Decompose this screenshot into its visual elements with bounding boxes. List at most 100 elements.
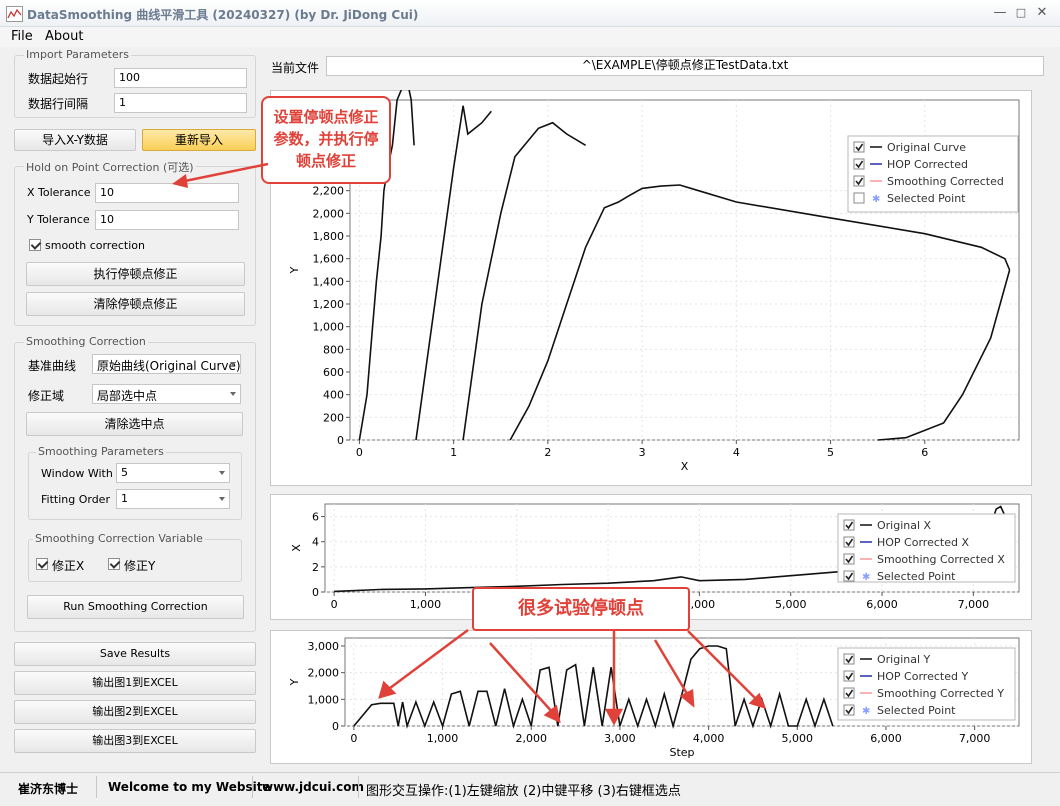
y-tolerance-label: Y Tolerance xyxy=(27,213,90,226)
legend-label: Original Y xyxy=(877,653,931,666)
y-tick-label: 0 xyxy=(332,720,339,733)
app-icon xyxy=(6,6,23,22)
start-row-label: 数据起始行 xyxy=(28,72,89,86)
row-interval-input[interactable]: 1 xyxy=(114,93,247,113)
export-fig1-button[interactable]: 输出图1到EXCEL xyxy=(14,671,256,695)
x-tick-label: 7,000 xyxy=(959,732,991,745)
x-tick-label: 2 xyxy=(544,446,551,459)
x-tick-label: 0 xyxy=(350,732,357,745)
status-divider xyxy=(96,776,97,798)
clear-selected-button[interactable]: 清除选中点 xyxy=(26,412,243,436)
smoothing-var-title: Smoothing Correction Variable xyxy=(33,532,205,545)
y-tick-label: 3,000 xyxy=(308,640,340,653)
start-row-input[interactable]: 100 xyxy=(114,68,247,88)
run-hop-correction-button[interactable]: 执行停顿点修正 xyxy=(26,262,245,286)
import-params-title: Import Parameters xyxy=(24,48,131,61)
annotation-arrows-icon xyxy=(378,628,767,726)
y-tick-label: 1,000 xyxy=(313,321,345,334)
x-tolerance-label: X Tolerance xyxy=(27,186,91,199)
x-tick-label: 1 xyxy=(450,446,457,459)
y-tick-label: 200 xyxy=(323,411,344,424)
domain-select[interactable]: 局部选中点 xyxy=(92,384,241,404)
legend-label: Original X xyxy=(877,519,932,532)
base-curve-select[interactable]: 原始曲线(Original Curve) xyxy=(92,354,241,374)
window-title: DataSmoothing 曲线平滑工具 (20240327) (by Dr. … xyxy=(27,8,419,22)
annotation-arrow-icon xyxy=(172,162,269,188)
menu-about[interactable]: About xyxy=(45,29,83,44)
chevron-down-icon xyxy=(230,392,236,396)
domain-value: 局部选中点 xyxy=(97,389,158,403)
window-width-value: 5 xyxy=(121,466,128,479)
smooth-correction-checkbox[interactable] xyxy=(29,239,41,251)
y-tick-label: 1,800 xyxy=(313,230,345,243)
menu-bar xyxy=(0,27,1060,47)
selected-point-icon: ✱ xyxy=(872,194,880,205)
x-axis-label: Step xyxy=(669,746,694,759)
fix-y-label: 修正Y xyxy=(124,559,156,573)
y-tick-label: 1,400 xyxy=(313,275,345,288)
chevron-down-icon xyxy=(219,471,225,475)
x-tick-label: 6,000 xyxy=(870,732,902,745)
chevron-down-icon xyxy=(230,362,236,366)
base-curve-label: 基准曲线 xyxy=(28,359,77,373)
status-hint: 图形交互操作:(1)左键缩放 (2)中键平移 (3)右键框选点 xyxy=(366,784,681,799)
fitting-order-select[interactable]: 1 xyxy=(116,489,230,509)
y-axis-label: Y xyxy=(288,678,301,686)
legend-label: Selected Point xyxy=(887,192,966,205)
y-tick-label: 2,000 xyxy=(313,207,345,220)
y-tick-label: 2,200 xyxy=(313,185,345,198)
current-file-path: ^\EXAMPLE\停顿点修正TestData.txt xyxy=(326,56,1044,76)
clear-hop-correction-button[interactable]: 清除停顿点修正 xyxy=(26,292,245,316)
smooth-correction-label: smooth correction xyxy=(45,239,145,252)
fix-y-checkbox[interactable] xyxy=(108,558,120,570)
domain-label: 修正域 xyxy=(28,389,65,403)
smoothing-title: Smoothing Correction xyxy=(24,335,148,348)
fix-x-label: 修正X xyxy=(52,559,85,573)
row-interval-label: 数据行间隔 xyxy=(28,97,89,111)
legend-label: Selected Point xyxy=(877,570,956,583)
legend-label: Smoothing Corrected X xyxy=(877,553,1005,566)
minimize-icon[interactable]: — xyxy=(990,4,1010,22)
chevron-down-icon xyxy=(219,497,225,501)
save-results-button[interactable]: Save Results xyxy=(14,642,256,666)
x-tick-label: 3 xyxy=(639,446,646,459)
status-welcome: Welcome to my Website xyxy=(108,780,271,794)
x-tick-label: 0 xyxy=(356,446,363,459)
x-tick-label: 1,000 xyxy=(410,598,442,611)
y-axis-label: Y xyxy=(288,266,301,274)
maximize-icon[interactable]: □ xyxy=(1011,4,1031,22)
status-author: 崔济东博士 xyxy=(18,782,79,796)
y-tolerance-input[interactable]: 10 xyxy=(95,210,239,230)
x-tick-label: 5,000 xyxy=(775,598,807,611)
y-tick-label: 0 xyxy=(312,586,319,599)
window-width-label: Window With xyxy=(41,467,113,480)
y-tick-label: 0 xyxy=(337,434,344,447)
y-tick-label: 1,000 xyxy=(308,693,340,706)
y-tick-label: 1,600 xyxy=(313,253,345,266)
y-tick-label: 600 xyxy=(323,366,344,379)
export-fig3-button[interactable]: 输出图3到EXCEL xyxy=(14,729,256,753)
selected-point-icon: ✱ xyxy=(862,572,870,583)
x-tick-label: 5 xyxy=(827,446,834,459)
close-icon[interactable]: ✕ xyxy=(1032,4,1052,22)
status-divider xyxy=(252,776,253,798)
smoothing-params-title: Smoothing Parameters xyxy=(36,445,166,458)
status-divider xyxy=(358,776,359,798)
export-fig2-button[interactable]: 输出图2到EXCEL xyxy=(14,700,256,724)
fix-x-checkbox[interactable] xyxy=(36,558,48,570)
run-smoothing-button[interactable]: Run Smoothing Correction xyxy=(27,595,244,619)
x-tick-label: 6 xyxy=(921,446,928,459)
y-axis-label: X xyxy=(290,544,303,552)
legend-label: Selected Point xyxy=(877,704,956,717)
window-width-select[interactable]: 5 xyxy=(116,463,230,483)
fitting-order-label: Fitting Order xyxy=(41,493,110,506)
import-xy-button[interactable]: 导入X-Y数据 xyxy=(14,129,136,151)
status-website-link[interactable]: www.jdcui.com xyxy=(262,780,364,794)
menu-file[interactable]: File xyxy=(11,29,33,44)
legend-label: Smoothing Corrected xyxy=(887,175,1004,188)
legend-label: Original Curve xyxy=(887,141,966,154)
x-tick-label: 0 xyxy=(331,598,338,611)
y-tick-label: 6 xyxy=(312,511,319,524)
selected-point-icon: ✱ xyxy=(862,706,870,717)
y-tick-label: 4 xyxy=(312,536,319,549)
